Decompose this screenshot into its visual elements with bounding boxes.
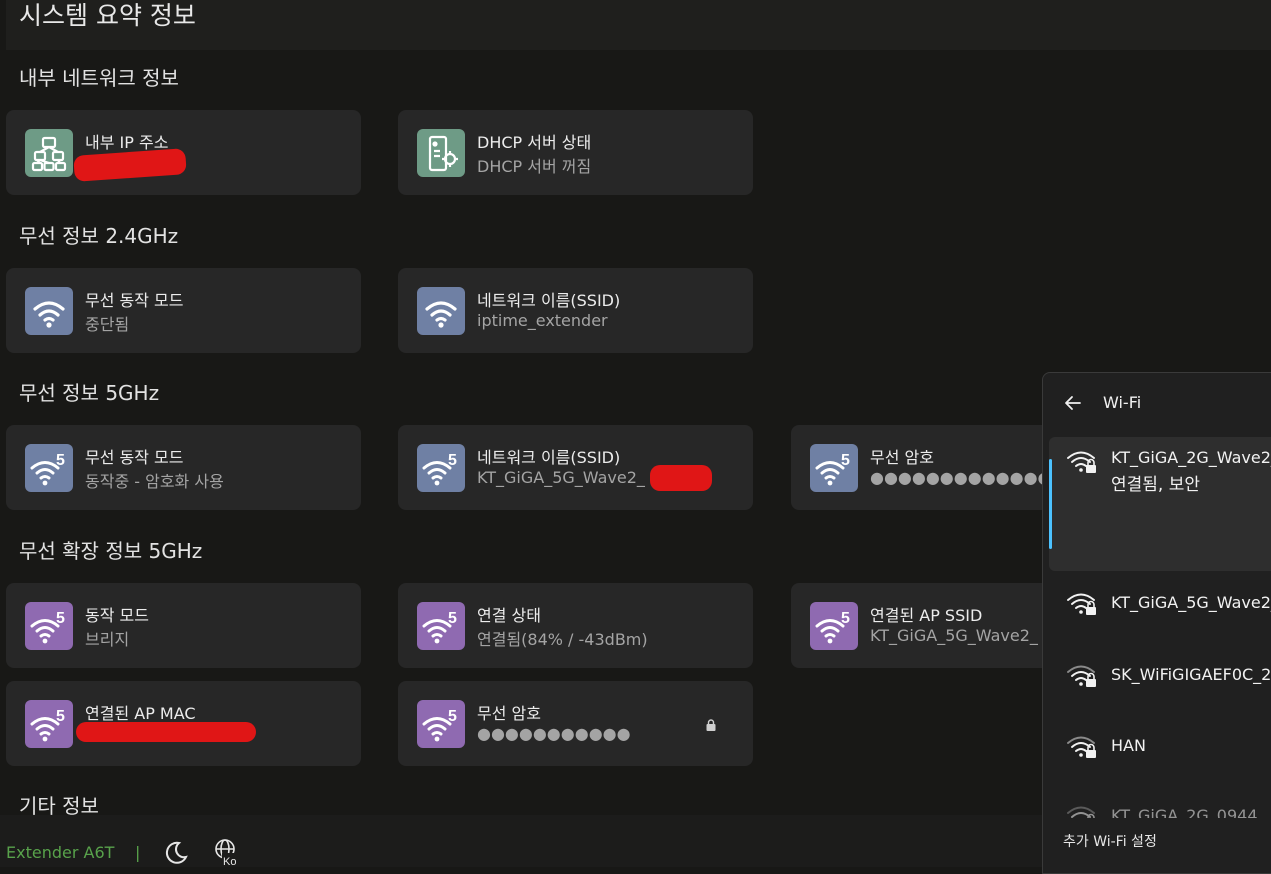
moon-icon[interactable]	[163, 840, 189, 866]
wifi-signal-secured-icon	[1067, 593, 1097, 616]
wifi-network-item[interactable]: KT_GiGA_2G_0944	[1049, 798, 1271, 818]
wifi-5ghz-icon	[25, 602, 73, 650]
section-title-extender-5ghz: 무선 확장 정보 5GHz	[19, 539, 203, 563]
wifi-5ghz-icon	[25, 444, 73, 492]
wifi-network-name: KT_GiGA_5G_Wave2_	[1111, 593, 1271, 612]
page-title: 시스템 요약 정보	[19, 1, 196, 30]
brand-name: Extender A6T	[6, 843, 115, 862]
card-ext-ap-mac: 연결된 AP MAC	[6, 681, 361, 766]
wifi-signal-secured-icon	[1067, 451, 1097, 474]
more-wifi-settings-link[interactable]: 추가 Wi-Fi 설정	[1063, 831, 1157, 851]
wifi-signal-secured-icon	[1067, 806, 1097, 818]
wifi-icon	[25, 287, 73, 335]
footer-separator: |	[135, 843, 141, 862]
wifi-network-name: SK_WiFiGIGAEF0C_2.	[1111, 665, 1271, 684]
wifi-network-item[interactable]: HAN	[1049, 728, 1271, 788]
back-arrow-icon[interactable]	[1063, 393, 1083, 413]
wireless-mode-label: 무선 동작 모드	[85, 291, 184, 310]
password-label: 무선 암호	[477, 704, 541, 723]
card-5-wireless-mode: 무선 동작 모드 동작중 - 암호화 사용	[6, 425, 361, 510]
wifi-5ghz-icon	[417, 602, 465, 650]
ap-ssid-value: KT_GiGA_5G_Wave2_	[870, 626, 1038, 645]
ssid-label: 네트워크 이름(SSID)	[477, 448, 621, 467]
wifi-network-name: KT_GiGA_2G_Wave2_	[1111, 448, 1271, 467]
wifi-5ghz-icon	[25, 700, 73, 748]
dhcp-status-label: DHCP 서버 상태	[477, 133, 592, 152]
connection-status-label: 연결 상태	[477, 606, 541, 625]
dhcp-server-icon	[417, 129, 465, 177]
wireless-mode-label: 무선 동작 모드	[85, 448, 184, 467]
card-ext-password: 무선 암호 ●●●●●●●●●●●	[398, 681, 753, 766]
wireless-mode-value: 동작중 - 암호화 사용	[85, 472, 224, 491]
operation-mode-value: 브리지	[85, 630, 130, 649]
section-title-wireless-5ghz: 무선 정보 5GHz	[19, 381, 160, 405]
wifi-5ghz-icon	[417, 444, 465, 492]
redaction-mark	[73, 148, 187, 182]
globe-language-icon[interactable]: Ko	[213, 838, 241, 868]
card-ext-mode: 동작 모드 브리지	[6, 583, 361, 668]
footer-bar	[0, 815, 1042, 867]
wifi-5ghz-icon	[810, 602, 858, 650]
redaction-mark	[650, 465, 712, 491]
dhcp-status-value: DHCP 서버 꺼짐	[477, 157, 592, 176]
redaction-mark	[76, 722, 256, 742]
network-tree-icon	[25, 129, 73, 177]
wifi-signal-secured-icon	[1067, 665, 1097, 688]
wifi-flyout-panel: Wi-Fi KT_GiGA_2G_Wave2_ 연결됨, 보안 KT_GiGA_…	[1042, 372, 1271, 874]
card-internal-ip: 내부 IP 주소	[6, 110, 361, 195]
card-ext-connection-status: 연결 상태 연결됨(84% / -43dBm)	[398, 583, 753, 668]
ap-mac-label: 연결된 AP MAC	[85, 704, 196, 723]
selected-indicator	[1049, 459, 1052, 549]
card-5-ssid: 네트워크 이름(SSID) KT_GiGA_5G_Wave2_	[398, 425, 753, 510]
wifi-network-status: 연결됨, 보안	[1111, 475, 1201, 495]
wifi-network-item[interactable]: SK_WiFiGIGAEF0C_2.	[1049, 657, 1271, 717]
card-24-wireless-mode: 무선 동작 모드 중단됨	[6, 268, 361, 353]
card-dhcp-status: DHCP 서버 상태 DHCP 서버 꺼짐	[398, 110, 753, 195]
password-value: ●●●●●●●●●●●●●●	[870, 468, 1066, 487]
wifi-network-item[interactable]: KT_GiGA_2G_Wave2_ 연결됨, 보안	[1049, 437, 1271, 571]
card-24-ssid: 네트워크 이름(SSID) iptime_extender	[398, 268, 753, 353]
ssid-value: KT_GiGA_5G_Wave2_	[477, 468, 645, 487]
wifi-network-name: KT_GiGA_2G_0944	[1111, 806, 1258, 818]
wifi-signal-secured-icon	[1067, 736, 1097, 759]
wifi-icon	[417, 287, 465, 335]
ssid-value: iptime_extender	[477, 311, 608, 330]
wireless-mode-value: 중단됨	[85, 315, 130, 334]
lock-icon[interactable]	[705, 716, 717, 731]
wifi-panel-title: Wi-Fi	[1103, 393, 1142, 412]
ssid-label: 네트워크 이름(SSID)	[477, 291, 621, 310]
section-title-wireless-24ghz: 무선 정보 2.4GHz	[19, 224, 179, 248]
section-title-internal-network: 내부 네트워크 정보	[19, 66, 179, 90]
wifi-network-item[interactable]: KT_GiGA_5G_Wave2_	[1049, 585, 1271, 645]
language-code: Ko	[223, 856, 236, 866]
wifi-5ghz-icon	[810, 444, 858, 492]
password-label: 무선 암호	[870, 448, 934, 467]
wifi-network-name: HAN	[1111, 736, 1146, 755]
operation-mode-label: 동작 모드	[85, 606, 149, 625]
wifi-5ghz-icon	[417, 700, 465, 748]
connection-status-value: 연결됨(84% / -43dBm)	[477, 630, 648, 649]
password-value: ●●●●●●●●●●●	[477, 724, 631, 743]
ap-ssid-label: 연결된 AP SSID	[870, 606, 983, 625]
